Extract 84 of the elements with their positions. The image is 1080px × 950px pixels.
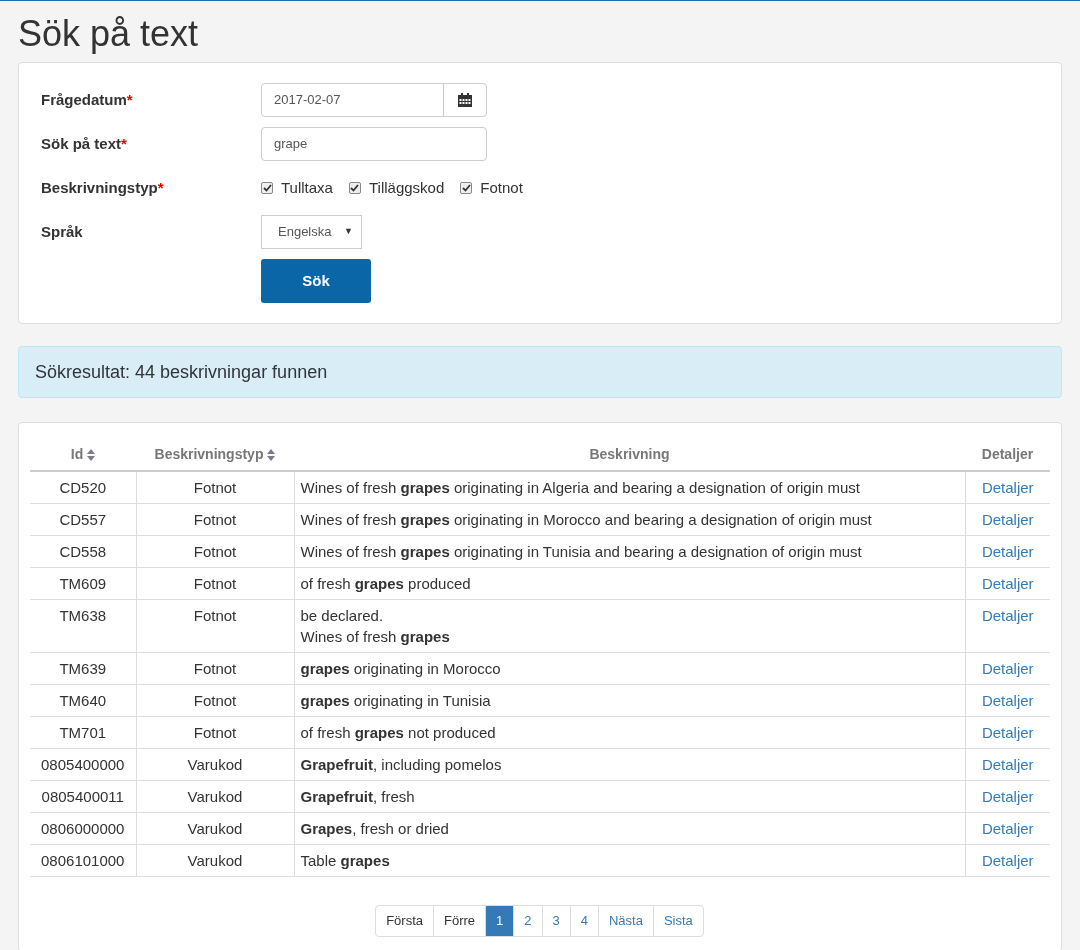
id-cell: 0805400011 [41, 788, 124, 805]
checkbox-label: Fotnot [480, 177, 523, 198]
result-banner: Sökresultat: 44 beskrivningar funnen [18, 346, 1062, 398]
description-cell: Grapefruit, fresh [300, 788, 415, 805]
id-cell: 0805400000 [41, 756, 125, 773]
description-cell: of fresh grapes not produced [300, 724, 496, 741]
type-cell: Fotnot [193, 692, 237, 709]
column-header: Beskrivning [589, 446, 670, 462]
required-mark: * [157, 178, 164, 196]
description-cell: Grapefruit, including pomelos [300, 756, 502, 773]
page-link[interactable]: 2 [513, 905, 543, 937]
type-cell: Fotnot [193, 607, 237, 624]
description-cell: grapes originating in Tunisia [300, 692, 491, 709]
description-cell: Wines of fresh grapes originating in Algeria and bearing a designation of origin must [300, 479, 861, 496]
details-link[interactable]: Detaljer [981, 479, 1034, 496]
column-header: Detaljer [981, 446, 1034, 462]
description-cell: be declared. Wines of fresh grapes [300, 607, 450, 645]
field-label: Beskrivningstyp [41, 178, 158, 196]
check-icon [262, 184, 272, 192]
check-icon [461, 184, 471, 192]
sort-icon[interactable] [267, 449, 276, 462]
id-cell: CD558 [59, 543, 107, 560]
type-cell: Fotnot [193, 543, 237, 560]
description-cell: Wines of fresh grapes originating in Tunisia and bearing a designation of origin must [300, 543, 862, 560]
description-cell: Wines of fresh grapes originating in Morocco and bearing a designation of origin must [300, 511, 872, 528]
details-link[interactable]: Detaljer [981, 607, 1034, 624]
type-cell: Varukod [187, 852, 243, 869]
column-header[interactable]: Beskrivningstyp [154, 446, 264, 462]
description-cell: Table grapes [300, 852, 390, 869]
id-cell: 0806000000 [41, 820, 125, 837]
type-cell: Fotnot [193, 479, 237, 496]
id-cell: CD557 [59, 511, 107, 528]
field-label: Språk [41, 222, 83, 240]
page-link[interactable]: Nästa [598, 905, 654, 937]
field-label: Frågedatum [41, 90, 127, 108]
checkbox[interactable] [460, 182, 473, 194]
search-button[interactable]: Sök [261, 259, 371, 303]
details-link[interactable]: Detaljer [981, 543, 1034, 560]
checkbox[interactable] [348, 182, 361, 194]
column-header[interactable]: Id [70, 446, 84, 462]
sort-icon[interactable] [87, 449, 96, 462]
description-cell: grapes originating in Morocco [300, 660, 501, 677]
checkbox-label: Tilläggskod [368, 177, 445, 198]
type-cell: Fotnot [193, 660, 237, 677]
checkbox-label: Tulltaxa [281, 177, 333, 198]
id-cell: CD520 [59, 479, 107, 496]
type-cell: Varukod [187, 756, 243, 773]
details-link[interactable]: Detaljer [981, 511, 1034, 528]
search-text-field[interactable]: grape [261, 127, 487, 161]
description-cell: of fresh grapes produced [300, 575, 471, 592]
page-title: Sök på text [18, 12, 200, 56]
id-cell: TM639 [59, 660, 107, 677]
page-link[interactable]: 3 [541, 905, 571, 937]
details-link[interactable]: Detaljer [981, 660, 1034, 677]
required-mark: * [126, 90, 133, 108]
required-mark: * [121, 134, 127, 152]
checkbox[interactable] [261, 182, 273, 194]
check-icon [350, 184, 360, 192]
language-select[interactable]: Engelska ▼ [261, 215, 362, 249]
details-link[interactable]: Detaljer [981, 852, 1034, 869]
id-cell: TM701 [59, 724, 107, 741]
type-cell: Fotnot [193, 575, 237, 592]
calendar-icon [458, 93, 472, 107]
caret-icon: ▼ [344, 225, 353, 239]
type-cell: Varukod [187, 820, 243, 837]
page-link[interactable]: 1 [485, 905, 515, 937]
type-cell: Fotnot [193, 724, 237, 741]
details-link[interactable]: Detaljer [981, 692, 1034, 709]
type-cell: Fotnot [193, 511, 237, 528]
id-cell: 0806101000 [41, 852, 125, 869]
page-link[interactable]: Sista [652, 905, 704, 937]
details-link[interactable]: Detaljer [981, 756, 1034, 773]
id-cell: TM640 [59, 692, 107, 709]
details-link[interactable]: Detaljer [981, 724, 1034, 741]
description-cell: Grapes, fresh or dried [300, 820, 449, 837]
page-link[interactable]: 4 [569, 905, 599, 937]
details-link[interactable]: Detaljer [981, 788, 1034, 805]
id-cell: TM609 [59, 575, 107, 592]
date-field[interactable]: 2017-02-07 [261, 83, 487, 117]
details-link[interactable]: Detaljer [981, 820, 1034, 837]
id-cell: TM638 [59, 607, 107, 624]
field-label: Sök på text [41, 134, 122, 152]
details-link[interactable]: Detaljer [981, 575, 1034, 592]
type-cell: Varukod [187, 788, 243, 805]
